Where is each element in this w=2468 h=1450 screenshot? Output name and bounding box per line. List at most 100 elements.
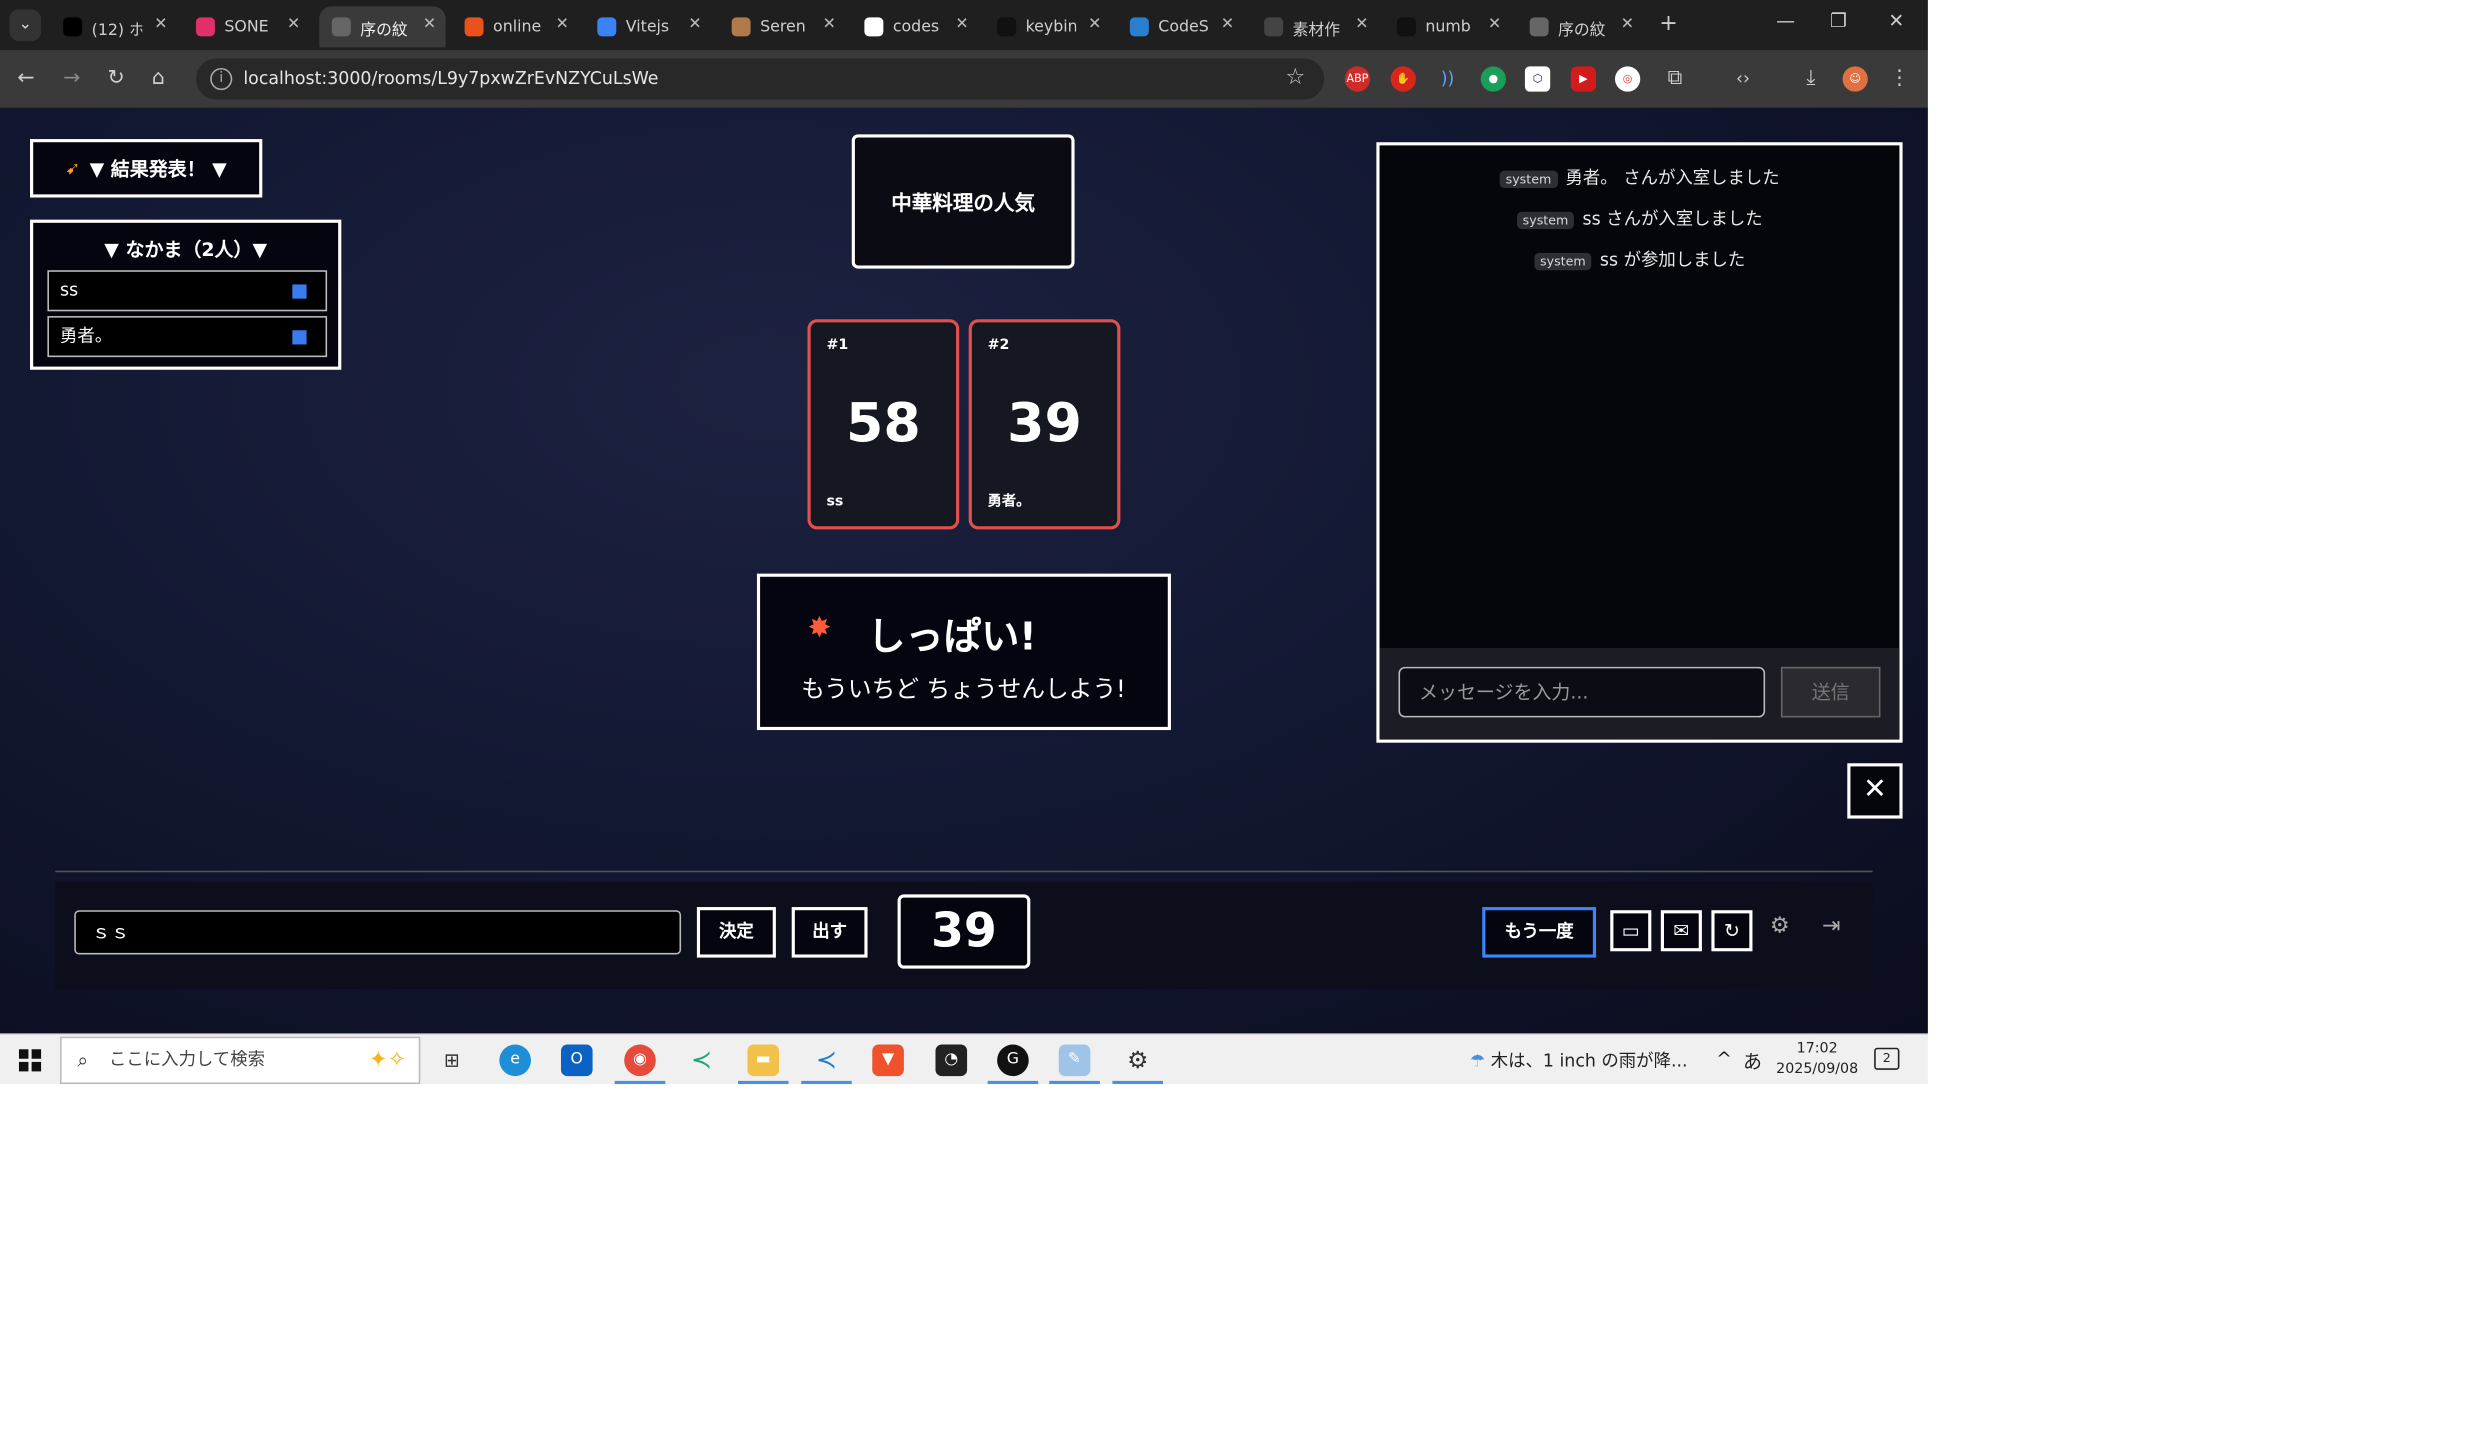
os-taskbar: ⌕ ここに入力して検索 ✦✧ ⊞ e O ◉ ≺ ▬ ≺ ▼ ◔ G ✎ ⚙ ☂… [0, 1033, 1928, 1085]
extension-green-icon[interactable]: ● [1480, 66, 1506, 92]
devtools-code-icon[interactable]: ‹› [1730, 66, 1755, 91]
address-bar[interactable]: i localhost:3000/rooms/L9y7pxwZrEvNZYCuL… [195, 58, 1325, 100]
tray-chevron-icon[interactable]: ^ [1716, 1048, 1732, 1070]
minimize-icon[interactable]: — [1776, 9, 1795, 31]
browser-tab[interactable]: Vitejs ✕ [585, 6, 711, 47]
vscode-icon[interactable]: ≺ [811, 1045, 843, 1077]
restore-icon[interactable]: ❐ [1830, 9, 1847, 31]
browser-tab[interactable]: 序の紋 ✕ [1517, 6, 1643, 47]
chat-bubbles-icon[interactable]: ✉ [1660, 910, 1702, 952]
chrome-icon[interactable]: ◉ [624, 1044, 656, 1077]
profile-avatar[interactable]: ☺ [1842, 66, 1868, 92]
submit-card-button[interactable]: 出す [791, 907, 868, 958]
chat-input-area: メッセージを入力... 送信 [1379, 647, 1900, 740]
settings-gear-icon[interactable]: ⚙ [1770, 913, 1790, 938]
vscode-insiders-icon[interactable]: ≺ [686, 1045, 718, 1077]
notification-icon[interactable]: 2 [1874, 1047, 1900, 1070]
chat-send-button[interactable]: 送信 [1780, 666, 1881, 718]
forward-icon[interactable]: → [63, 66, 80, 90]
new-tab-icon[interactable]: + [1659, 11, 1678, 36]
name-input[interactable]: ｓｓ [74, 910, 682, 955]
edge-icon[interactable]: e [499, 1044, 531, 1077]
tab-search-button[interactable]: ⌄ [9, 9, 42, 42]
penguin-app-icon[interactable]: ◔ [935, 1044, 968, 1077]
active-app-indicator [614, 1080, 666, 1085]
paint-app-icon[interactable]: ✎ [1058, 1044, 1091, 1077]
settings-icon[interactable]: ⚙ [1122, 1045, 1154, 1077]
member-name: ss [60, 279, 79, 301]
member-status-icon [292, 330, 307, 345]
adblock-icon[interactable]: ABP [1344, 66, 1371, 92]
tab-close-icon[interactable]: ✕ [1621, 16, 1634, 33]
file-explorer-icon[interactable]: ▬ [747, 1044, 780, 1077]
browser-tab[interactable]: 素材作 ✕ [1252, 6, 1378, 47]
square-icon [997, 17, 1017, 37]
tab-close-icon[interactable]: ✕ [688, 16, 701, 33]
download-icon[interactable]: ⤓ [1798, 66, 1823, 91]
back-icon[interactable]: ← [17, 66, 34, 90]
tab-close-icon[interactable]: ✕ [287, 16, 300, 33]
exit-room-icon[interactable]: ⇥ [1822, 913, 1841, 938]
extension-youtube-icon[interactable]: ▶ [1570, 66, 1597, 92]
browser-tab[interactable]: CodeS ✕ [1117, 6, 1243, 47]
decide-button[interactable]: 決定 [696, 907, 776, 958]
weather-rain-icon: ☂ [1469, 1050, 1486, 1072]
outlook-icon[interactable]: O [560, 1044, 593, 1077]
browser-tab[interactable]: codes ✕ [852, 6, 978, 47]
extension-cube-icon[interactable]: ⬡ [1524, 66, 1551, 92]
play-circle-icon [195, 17, 215, 37]
taskbar-search-input[interactable]: ⌕ ここに入力して検索 ✦✧ [60, 1036, 421, 1085]
extension-circle-icon[interactable]: ◎ [1614, 66, 1641, 92]
search-icon: ⌕ [77, 1049, 89, 1072]
tab-close-icon[interactable]: ✕ [1488, 16, 1501, 33]
card-icon[interactable]: ▭ [1610, 910, 1652, 952]
chat-message-input[interactable]: メッセージを入力... [1398, 666, 1766, 718]
clock-date: 2025/09/08 [1776, 1061, 1859, 1078]
tab-close-icon[interactable]: ✕ [556, 16, 569, 33]
home-icon[interactable]: ⌂ [152, 66, 165, 90]
url-text[interactable]: localhost:3000/rooms/L9y7pxwZrEvNZYCuLsW… [243, 68, 658, 89]
browser-tab[interactable]: Seren ✕ [719, 6, 845, 47]
browser-tab[interactable]: 序の紋 ✕ [319, 6, 446, 48]
close-chat-button[interactable]: ✕ [1847, 763, 1903, 819]
close-icon: ✕ [1863, 772, 1887, 806]
tab-close-icon[interactable]: ✕ [1355, 16, 1368, 33]
active-app-indicator [737, 1080, 789, 1085]
game-room: ➹ ▼ 結果発表！ ▼ ▼ なかま（2人）▼ ss 勇者。 中華料理の人気 #1… [0, 107, 1928, 1034]
result-announce-button[interactable]: ➹ ▼ 結果発表！ ▼ [30, 139, 263, 198]
window-close-icon[interactable]: ✕ [1888, 9, 1904, 31]
tab-label: online [493, 18, 542, 36]
tab-close-icon[interactable]: ✕ [423, 16, 436, 33]
browser-tab[interactable]: numb ✕ [1384, 6, 1510, 47]
browser-tab[interactable]: (12) ホ ✕ [51, 6, 177, 47]
ime-indicator[interactable]: あ [1743, 1048, 1762, 1075]
tab-close-icon[interactable]: ✕ [955, 16, 968, 33]
browser-menu-icon[interactable]: ⋮ [1887, 66, 1912, 91]
brave-icon[interactable]: ▼ [872, 1044, 904, 1077]
weather-widget[interactable]: ☂ 木は、1 inch の雨が降... [1470, 1048, 1688, 1073]
play-again-button[interactable]: もう一度 [1482, 907, 1597, 958]
windows-start-icon[interactable] [18, 1049, 42, 1072]
tab-label: 序の紋 [360, 21, 408, 39]
sparkle-icon: ✦✧ [369, 1047, 407, 1073]
browser-tab[interactable]: SONE ✕ [183, 6, 309, 47]
refresh-icon[interactable]: ↻ [1711, 910, 1753, 952]
browser-tab[interactable]: online ✕ [452, 6, 578, 47]
party-member: ss [47, 270, 328, 312]
tab-close-icon[interactable]: ✕ [1221, 16, 1234, 33]
browser-tab[interactable]: keybin ✕ [984, 6, 1110, 47]
active-app-indicator [801, 1080, 852, 1085]
extension-wave-icon[interactable]: )) [1435, 66, 1460, 91]
extension-hand-icon[interactable]: ✋ [1390, 66, 1416, 92]
site-info-icon[interactable]: i [210, 67, 233, 91]
tab-close-icon[interactable]: ✕ [154, 16, 167, 33]
party-title[interactable]: ▼ なかま（2人）▼ [33, 235, 338, 262]
tab-close-icon[interactable]: ✕ [1088, 16, 1101, 33]
taskbar-clock[interactable]: 17:02 2025/09/08 [1776, 1040, 1858, 1081]
reload-icon[interactable]: ↻ [107, 66, 124, 90]
task-view-icon[interactable]: ⊞ [436, 1045, 468, 1077]
extensions-puzzle-icon[interactable]: ⧉ [1662, 66, 1687, 91]
tab-close-icon[interactable]: ✕ [823, 16, 836, 33]
bookmark-star-icon[interactable]: ☆ [1285, 65, 1305, 90]
g-app-icon[interactable]: G [997, 1044, 1029, 1077]
